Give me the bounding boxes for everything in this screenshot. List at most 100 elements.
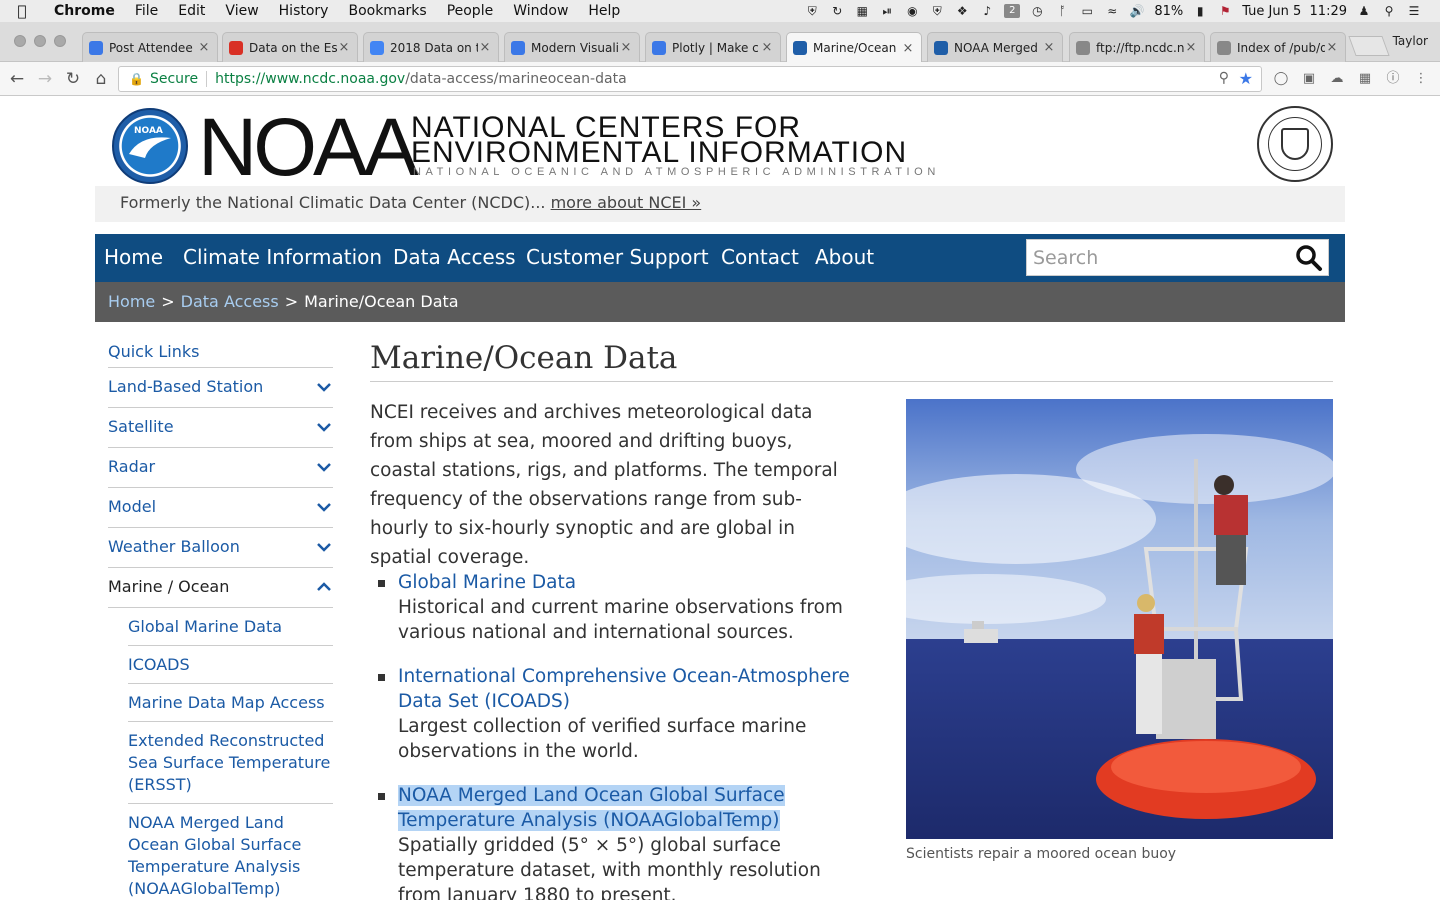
more-about-ncei-link[interactable]: more about NCEI » (551, 193, 702, 212)
flag-icon[interactable]: ⚑ (1217, 4, 1233, 18)
vpn-shield-icon[interactable]: ⛨ (929, 4, 945, 18)
record-icon[interactable]: ◉ (904, 4, 920, 18)
noaa-wordmark[interactable]: NOAA (198, 98, 418, 198)
sidebar-item[interactable]: Land-Based Station (108, 368, 333, 408)
sidebar-item[interactable]: Model (108, 488, 333, 528)
battery-percent[interactable]: 81% (1154, 4, 1183, 19)
profile-name[interactable]: Taylor (1393, 34, 1428, 48)
browser-tab[interactable]: Plotly | Make c × (645, 32, 781, 62)
sidebar-item[interactable]: Weather Balloon (108, 528, 333, 568)
menu-window[interactable]: Window (503, 3, 578, 19)
close-tab-icon[interactable]: × (619, 40, 633, 55)
noaa-logo[interactable]: NOAA (112, 108, 188, 184)
chevron-down-icon[interactable] (317, 462, 331, 472)
close-tab-icon[interactable]: × (1184, 40, 1198, 55)
nav-about[interactable]: About (815, 245, 874, 269)
airplay-icon[interactable]: ▭ (1079, 4, 1095, 18)
close-tab-icon[interactable]: × (197, 40, 211, 55)
bookmark-star-icon[interactable]: ★ (1239, 69, 1253, 88)
input-badge[interactable]: 2 (1004, 4, 1021, 18)
zoom-icon[interactable]: ⚲ (1219, 70, 1229, 86)
user-icon[interactable]: ♟ (1356, 4, 1372, 18)
reload-icon[interactable]: ↻ (62, 68, 84, 90)
sidebar-subitem-link[interactable]: NOAA Merged Land Ocean Global Surface Te… (128, 804, 333, 900)
menu-bookmarks[interactable]: Bookmarks (338, 3, 436, 19)
dataset-link[interactable]: Global Marine Data (398, 570, 860, 595)
menu-help[interactable]: Help (578, 3, 630, 19)
dropbox-icon[interactable]: ❖ (954, 4, 970, 18)
breadcrumb-data-access[interactable]: Data Access (181, 292, 279, 311)
grid-icon[interactable]: ▦ (854, 4, 870, 18)
new-tab-button[interactable] (1348, 36, 1390, 56)
nav-climate-information[interactable]: Climate Information (183, 245, 382, 269)
close-tab-icon[interactable]: × (760, 40, 774, 55)
sidebar-subitem-link[interactable]: Marine Data Map Access (128, 684, 333, 722)
browser-tab[interactable]: ftp://ftp.ncdc.n × (1069, 32, 1205, 62)
home-icon[interactable]: ⌂ (90, 68, 112, 90)
browser-tab[interactable]: Data on the Est × (222, 32, 358, 62)
bluetooth-icon[interactable]: ᚩ (1054, 4, 1070, 18)
sidebar-subitem-link[interactable]: ICOADS (128, 646, 333, 684)
search-input[interactable] (1027, 240, 1287, 275)
close-tab-icon[interactable]: × (1325, 40, 1339, 55)
browser-tab[interactable]: NOAA Merged L × (927, 32, 1063, 62)
chrome-menu-icon[interactable]: ⋮ (1412, 70, 1430, 88)
menu-people[interactable]: People (437, 3, 504, 19)
close-tab-icon[interactable]: × (337, 40, 351, 55)
minimize-window-button[interactable] (34, 35, 46, 47)
menu-chrome[interactable]: Chrome (44, 3, 125, 19)
extension-square-icon[interactable]: ▣ (1300, 70, 1318, 88)
menu-edit[interactable]: Edit (168, 3, 215, 19)
sidebar-item[interactable]: Radar (108, 448, 333, 488)
dataset-link[interactable]: NOAA Merged Land Ocean Global Surface Te… (398, 783, 860, 833)
chevron-down-icon[interactable] (317, 382, 331, 392)
apple-icon[interactable]:  (0, 2, 44, 20)
chevron-down-icon[interactable] (317, 422, 331, 432)
menu-history[interactable]: History (269, 3, 339, 19)
extension-box-icon[interactable]: ▦ (1356, 70, 1374, 88)
browser-tab[interactable]: Marine/Ocean D × (786, 32, 922, 63)
menu-view[interactable]: View (215, 3, 268, 19)
spotlight-search-icon[interactable]: ⚲ (1381, 4, 1397, 18)
zoom-window-button[interactable] (54, 35, 66, 47)
sidebar-item[interactable]: Satellite (108, 408, 333, 448)
chevron-down-icon[interactable] (317, 542, 331, 552)
time-machine-icon[interactable]: ◷ (1029, 4, 1045, 18)
notification-center-icon[interactable]: ☰ (1406, 4, 1422, 18)
browser-tab[interactable]: Modern Visuali × (504, 32, 640, 62)
nav-data-access[interactable]: Data Access (393, 245, 516, 269)
browser-tab[interactable]: 2018 Data on t × (363, 32, 499, 62)
extension-info-icon[interactable]: ⓘ (1384, 70, 1402, 88)
breadcrumb-home[interactable]: Home (108, 292, 155, 311)
shield-icon[interactable]: ⛨ (804, 4, 820, 18)
close-tab-icon[interactable]: × (478, 40, 492, 55)
lock-icon[interactable]: 🔒 (129, 72, 144, 86)
nav-home[interactable]: Home (104, 245, 163, 269)
microphone-icon[interactable]: ♪ (979, 4, 995, 18)
sync-icon[interactable]: ↻ (829, 4, 845, 18)
nav-customer-support[interactable]: Customer Support (526, 245, 709, 269)
dataset-link[interactable]: International Comprehensive Ocean-Atmosp… (398, 664, 860, 714)
nav-contact[interactable]: Contact (721, 245, 799, 269)
wifi-icon[interactable]: ≈ (1104, 4, 1120, 18)
volume-icon[interactable]: 🔊 (1129, 4, 1145, 18)
close-window-button[interactable] (14, 35, 26, 47)
close-tab-icon[interactable]: × (1042, 40, 1056, 55)
department-of-commerce-seal[interactable] (1257, 106, 1333, 182)
forward-icon[interactable]: → (34, 68, 56, 90)
pause-circle-icon[interactable]: ⏯ (879, 4, 895, 18)
address-bar[interactable]: 🔒 Secure https://www.ncdc.noaa.gov /data… (118, 66, 1262, 92)
menu-file[interactable]: File (125, 3, 168, 19)
search-icon[interactable] (1295, 244, 1323, 272)
close-tab-icon[interactable]: × (901, 41, 915, 56)
battery-icon[interactable]: ▮ (1192, 4, 1208, 18)
quick-links-title[interactable]: Quick Links (108, 342, 333, 368)
extension-cloud-icon[interactable]: ☁ (1328, 70, 1346, 88)
sidebar-subitem-link[interactable]: Global Marine Data (128, 608, 333, 646)
extension-circle-icon[interactable]: ◯ (1272, 70, 1290, 88)
sidebar-subitem-link[interactable]: Extended Reconstructed Sea Surface Tempe… (128, 722, 333, 804)
clock[interactable]: Tue Jun 5 11:29 (1242, 4, 1347, 19)
sidebar-item[interactable]: Marine / Ocean (108, 568, 333, 608)
browser-tab[interactable]: Post Attendee × (82, 32, 218, 62)
chevron-up-icon[interactable] (317, 582, 331, 592)
